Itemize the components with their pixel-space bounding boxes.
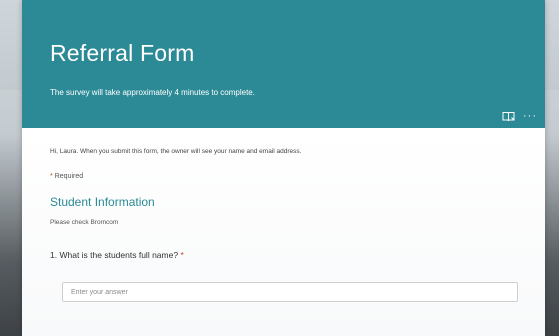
form-subtitle: The survey will take approximately 4 min… (50, 88, 255, 97)
form-header: Referral Form The survey will take appro… (22, 0, 545, 128)
answer-input-student-name[interactable] (62, 282, 518, 302)
background-panel-right (545, 90, 559, 336)
required-note: * Required (50, 173, 83, 180)
form-body: Hi, Laura. When you submit this form, th… (22, 128, 545, 336)
required-asterisk: * (50, 173, 53, 180)
question-text: What is the students full name? (59, 250, 179, 260)
form-title: Referral Form (50, 40, 195, 66)
form-card: Referral Form The survey will take appro… (22, 0, 545, 336)
section-description: Please check Bromcom (50, 219, 119, 226)
section-title: Student Information (50, 195, 155, 209)
question-required-marker: * (180, 250, 184, 260)
required-label: Required (54, 173, 84, 180)
identity-notice: Hi, Laura. When you submit this form, th… (50, 148, 302, 155)
immersive-reader-icon[interactable] (501, 110, 515, 122)
background-panel-left (0, 90, 22, 336)
header-toolbar: ··· (501, 110, 537, 122)
question-1: 1. What is the students full name? * (50, 250, 184, 260)
question-number: 1. (50, 250, 58, 260)
more-options-icon[interactable]: ··· (523, 110, 537, 122)
